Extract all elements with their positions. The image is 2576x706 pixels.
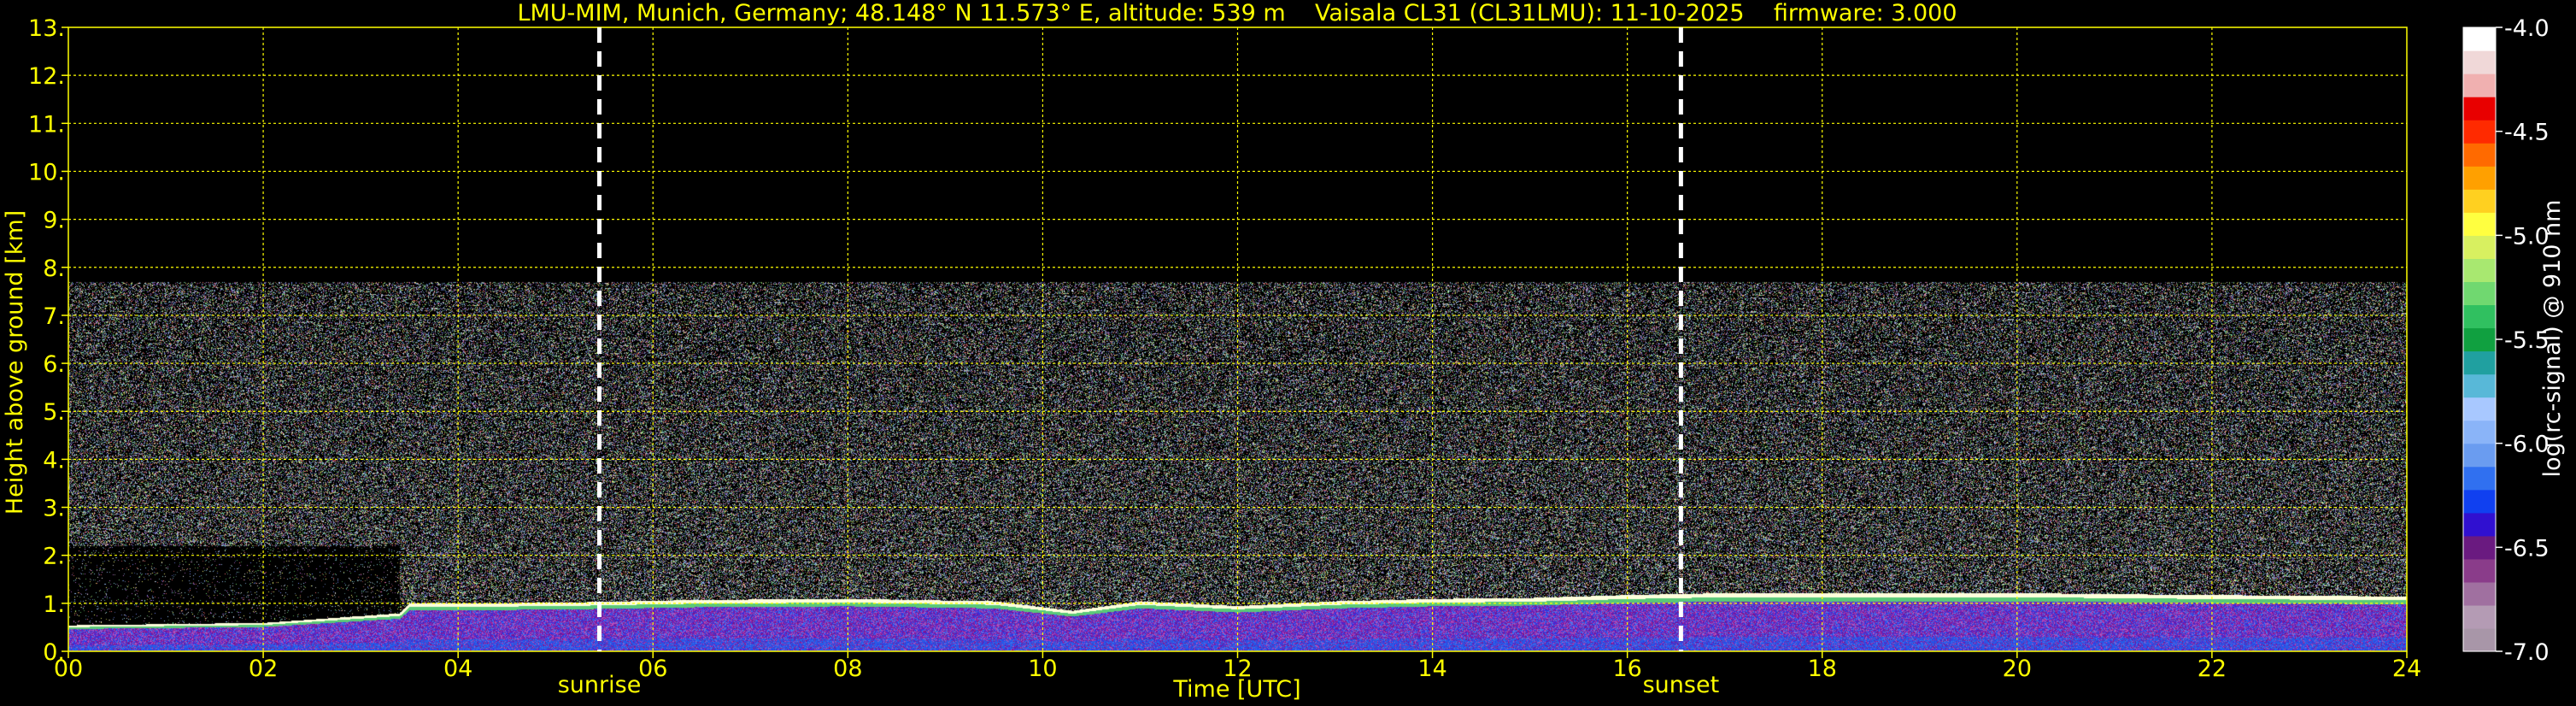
colorbar-swatch [2463,420,2496,444]
colorbar-label: log(rc-signal) @ 910 nm [2539,200,2566,478]
colorbar-swatch [2463,120,2496,144]
colorbar-swatch [2463,489,2496,514]
colorbar-tick-label: -4.0 [2504,15,2550,42]
colorbar-swatch [2463,327,2496,352]
y-tick-label: 1. [43,591,65,618]
y-tick-label: 10. [28,159,65,185]
colorbar-swatch [2463,143,2496,167]
colorbar-swatch [2463,535,2496,560]
colorbar-swatch [2463,74,2496,97]
x-tick-label: 16 [1612,656,1641,682]
colorbar-swatch [2463,604,2496,629]
colorbar-tick-label: -7.0 [2504,639,2550,666]
y-tick-label: 6. [43,351,65,378]
colorbar-swatch [2463,258,2496,283]
colorbar-swatch [2463,281,2496,306]
sunrise-label: sunrise [558,672,642,698]
colorbar-swatch [2463,627,2496,652]
colorbar-swatch [2463,443,2496,468]
x-tick-label: 22 [2198,656,2227,682]
x-tick-label: 10 [1028,656,1057,682]
colorbar-swatch [2463,97,2496,121]
y-tick-label: 4. [43,447,65,474]
colorbar-swatch [2463,350,2496,375]
y-tick-label: 12. [28,63,65,90]
x-tick-label: 02 [249,656,278,682]
colorbar-tick-label: -6.5 [2504,535,2550,562]
colorbar-swatch [2463,50,2496,74]
colorbar-swatch [2463,166,2496,190]
sunset-label: sunset [1643,672,1720,698]
x-tick-label: 00 [54,656,83,682]
x-tick-label: 18 [1808,656,1837,682]
colorbar-tick-label: -4.5 [2504,120,2550,146]
colorbar-swatch [2463,466,2496,491]
x-tick-label: 04 [443,656,472,682]
colorbar-swatch [2463,512,2496,537]
y-axis-label: Height above ground [km] [2,210,28,515]
x-tick-label: 14 [1417,656,1446,682]
colorbar-swatch [2463,374,2496,398]
colorbar-swatch [2463,27,2496,51]
chart-title: LMU-MIM, Munich, Germany; 48.148° N 11.5… [517,0,1957,26]
colorbar-swatch [2463,558,2496,583]
plot-area [67,26,2408,652]
x-tick-label: 24 [2392,656,2421,682]
y-tick-label: 8. [43,256,65,282]
ceilometer-chart: LMU-MIM, Munich, Germany; 48.148° N 11.5… [0,0,2576,706]
colorbar-swatch [2463,212,2496,236]
x-axis-label: Time [UTC] [1172,676,1300,703]
x-tick-label: 08 [833,656,862,682]
colorbar-swatch [2463,304,2496,329]
colorbar-swatch [2463,189,2496,213]
y-tick-label: 2. [43,544,65,570]
y-tick-label: 7. [43,303,65,330]
y-tick-label: 13. [28,15,65,42]
x-tick-label: 06 [638,656,667,682]
y-tick-label: 11. [28,111,65,138]
colorbar-swatch [2463,397,2496,421]
colorbar-swatch [2463,581,2496,606]
colorbar-swatch [2463,235,2496,259]
y-tick-label: 9. [43,208,65,234]
y-tick-label: 5. [43,399,65,426]
y-tick-label: 3. [43,496,65,522]
x-tick-label: 20 [2003,656,2032,682]
